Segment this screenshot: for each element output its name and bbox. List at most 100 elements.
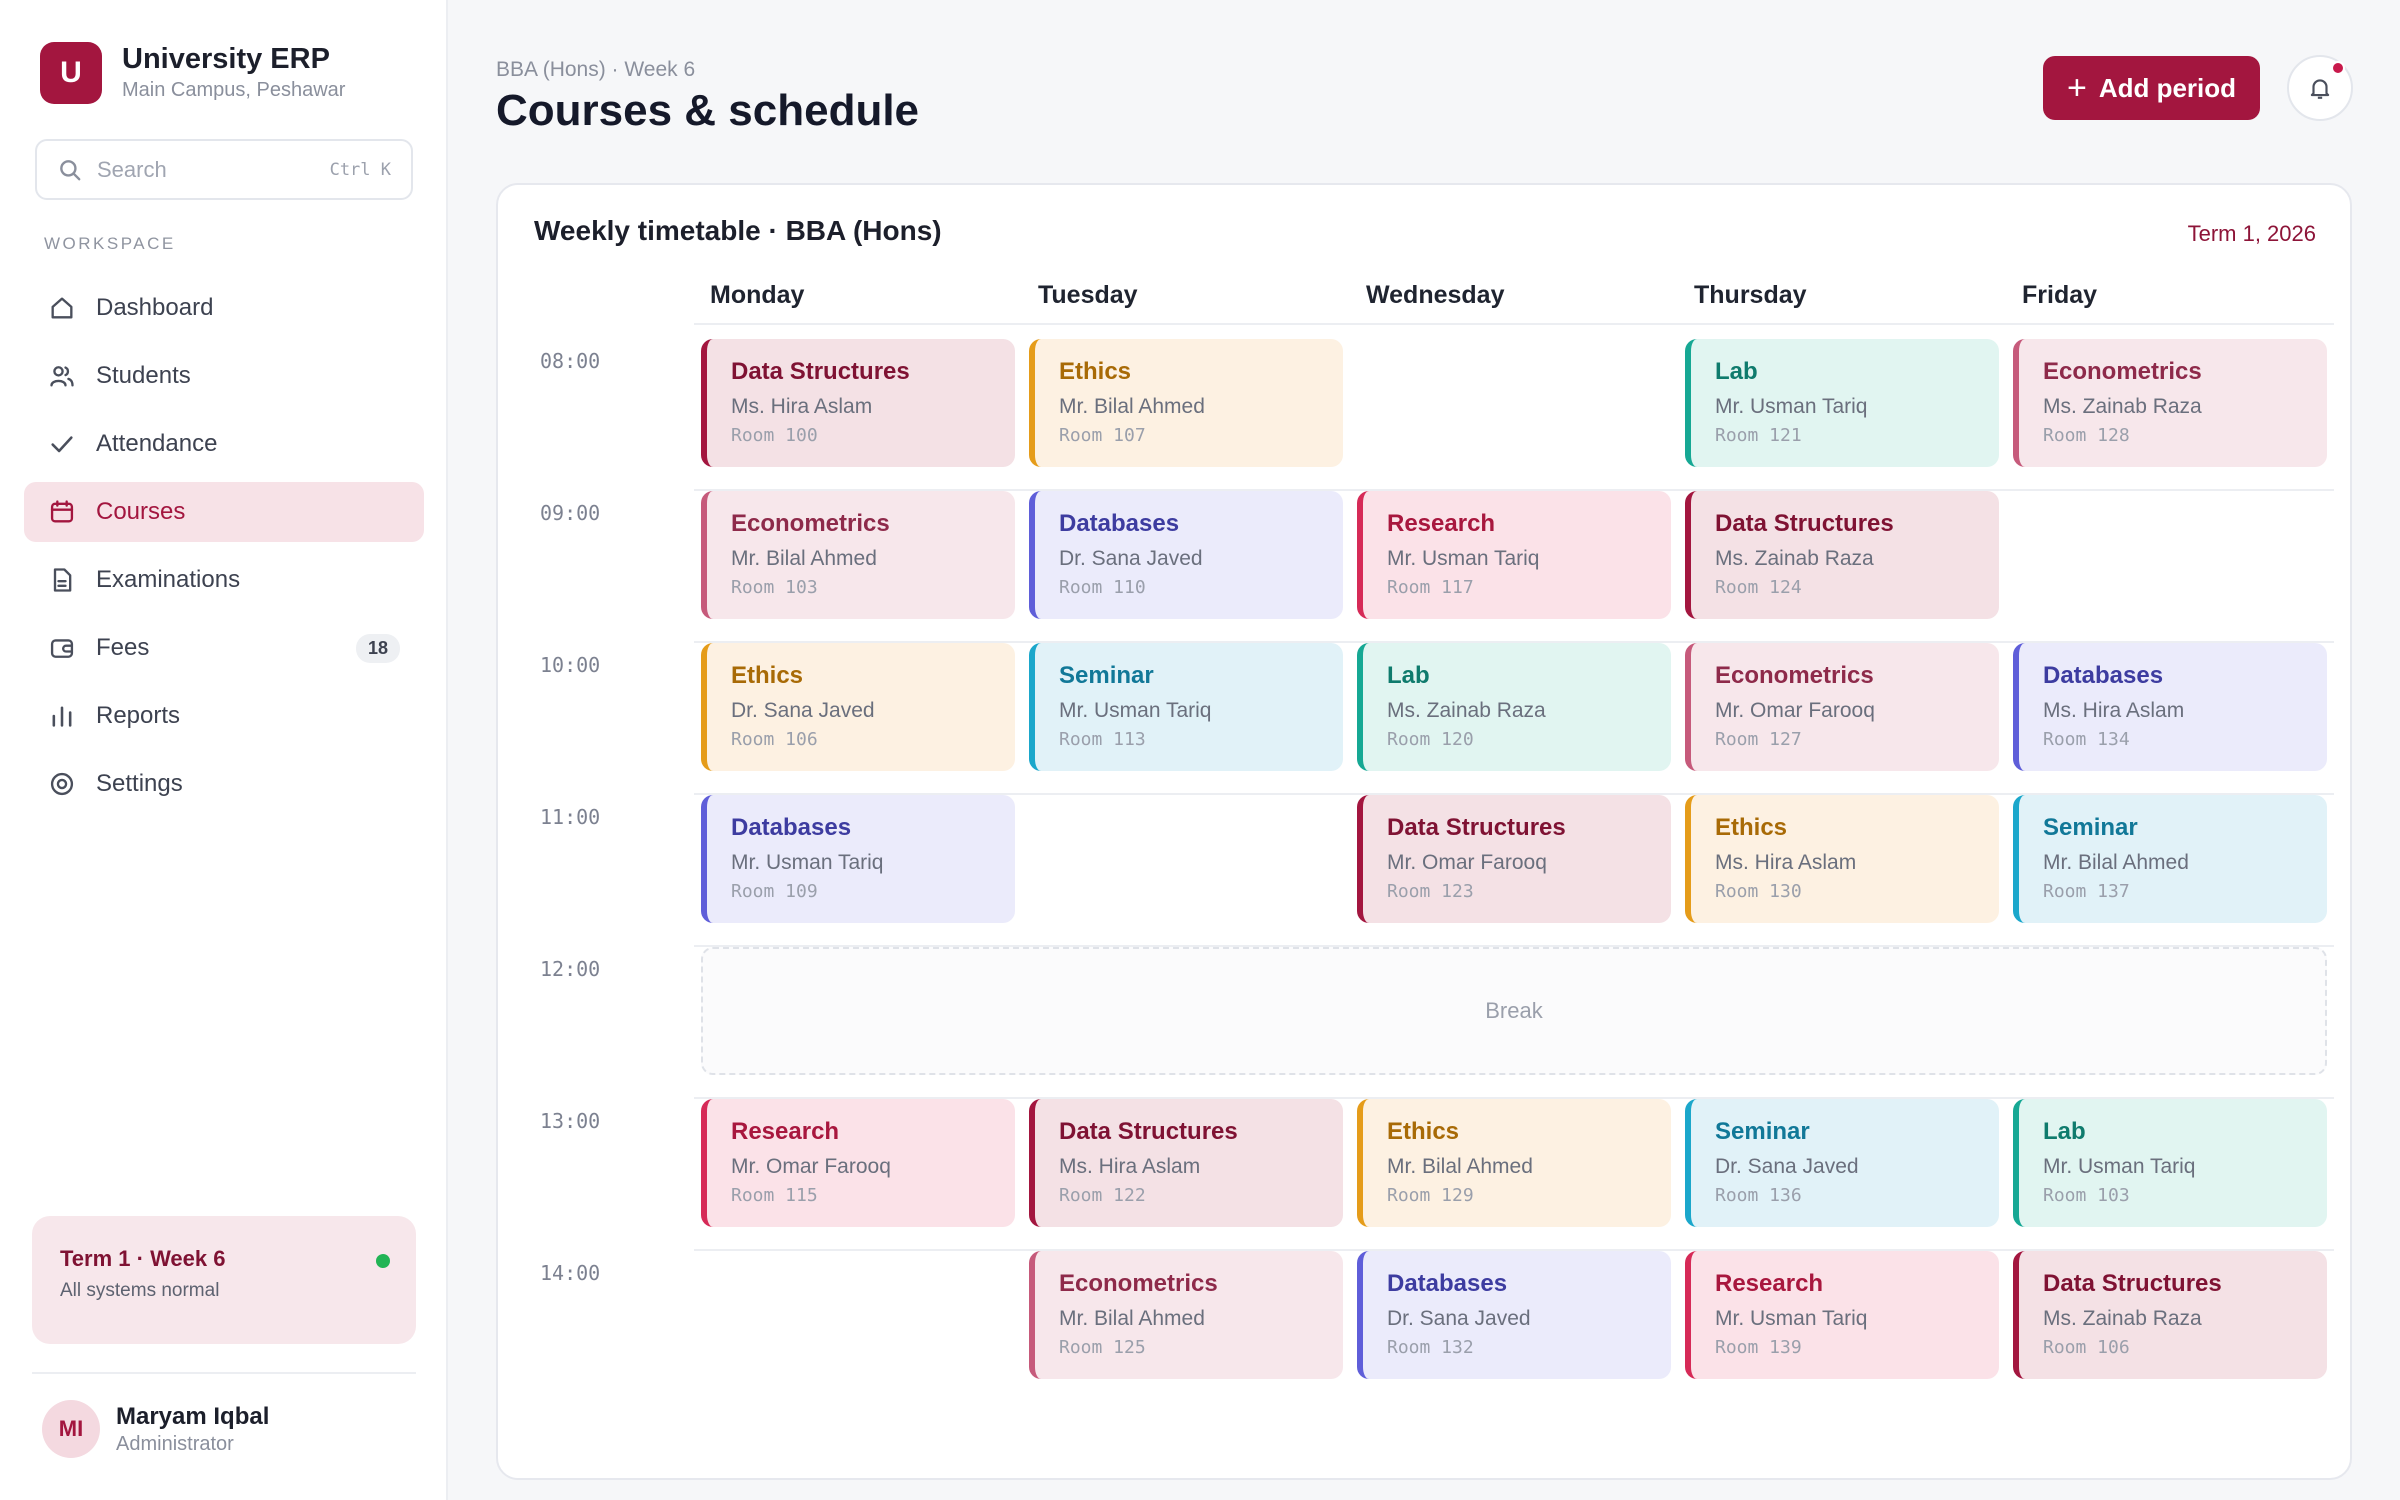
class-period-card[interactable]: Databases Mr. Usman Tariq Room 109: [701, 795, 1015, 923]
class-period-card[interactable]: Econometrics Ms. Zainab Raza Room 128: [2013, 339, 2327, 467]
room-label: Room 121: [1715, 425, 1802, 446]
fees-count-badge: 18: [355, 633, 400, 663]
bar-chart-icon: [52, 706, 72, 727]
class-period-card[interactable]: Seminar Dr. Sana Javed Room 136: [1685, 1099, 1999, 1227]
room-label: Room 127: [1715, 729, 1802, 750]
teacher-name: Mr. Bilal Ahmed: [2043, 851, 2189, 874]
notifications-button[interactable]: [2287, 55, 2353, 121]
class-period-card[interactable]: Databases Ms. Hira Aslam Room 134: [2013, 643, 2327, 771]
room-label: Room 100: [731, 425, 818, 446]
class-period-card[interactable]: Ethics Mr. Bilal Ahmed Room 129: [1357, 1099, 1671, 1227]
sidebar-item-label: Attendance: [96, 430, 218, 457]
class-period-card[interactable]: Ethics Mr. Bilal Ahmed Room 107: [1029, 339, 1343, 467]
room-label: Room 132: [1387, 1337, 1474, 1358]
class-period-card[interactable]: Lab Mr. Usman Tariq Room 121: [1685, 339, 1999, 467]
sidebar-item-students[interactable]: Students: [24, 346, 424, 406]
teacher-name: Ms. Hira Aslam: [2043, 699, 2185, 722]
search-placeholder: Search: [97, 156, 167, 182]
class-period-card[interactable]: Data Structures Ms. Hira Aslam Room 122: [1029, 1099, 1343, 1227]
search-input[interactable]: Search Ctrl K: [35, 139, 413, 200]
timetable-row: 08:00 Data Structures Ms. Hira Aslam Room 1…: [540, 339, 2334, 491]
sidebar-item-label: Courses: [96, 498, 186, 525]
class-period-card[interactable]: Ethics Dr. Sana Javed Room 106: [701, 643, 1015, 771]
sidebar-item-label: Reports: [96, 702, 181, 729]
time-slot[interactable]: [1022, 795, 1350, 923]
users-icon: [50, 366, 74, 387]
break-slot: Break: [701, 947, 2327, 1075]
teacher-name: Ms. Zainab Raza: [1387, 699, 1546, 722]
time-slot: Econometrics Ms. Zainab Raza Room 128: [2006, 339, 2334, 467]
teacher-name: Mr. Usman Tariq: [1059, 699, 1212, 722]
time-slot: Ethics Ms. Hira Aslam Room 130: [1678, 795, 2006, 923]
room-label: Room 136: [1715, 1185, 1802, 1206]
user-role: Administrator: [116, 1432, 234, 1455]
timetable-title: Weekly timetable · BBA (Hons): [534, 215, 942, 246]
course-title: Databases: [731, 814, 852, 841]
sidebar-item-examinations[interactable]: Examinations: [24, 550, 424, 610]
class-period-card[interactable]: Research Mr. Usman Tariq Room 139: [1685, 1251, 1999, 1379]
time-slot[interactable]: [694, 1251, 1022, 1379]
class-period-card[interactable]: Data Structures Mr. Omar Farooq Room 123: [1357, 795, 1671, 923]
time-slot: Data Structures Ms. Zainab Raza Room 124: [1678, 491, 2006, 619]
class-period-card[interactable]: Lab Mr. Usman Tariq Room 103: [2013, 1099, 2327, 1227]
course-title: Data Structures: [2043, 1270, 2222, 1297]
class-period-card[interactable]: Seminar Mr. Usman Tariq Room 113: [1029, 643, 1343, 771]
course-title: Ethics: [1715, 814, 1788, 841]
brand[interactable]: U University ERP Main Campus, Peshawar: [40, 42, 345, 104]
time-slot: Databases Mr. Usman Tariq Room 109: [694, 795, 1022, 923]
row-cells: Ethics Dr. Sana Javed Room 106 Seminar Mr. U…: [694, 643, 2334, 771]
course-title: Data Structures: [731, 358, 910, 385]
class-period-card[interactable]: Data Structures Ms. Hira Aslam Room 100: [701, 339, 1015, 467]
sidebar-item-label: Fees: [96, 634, 150, 661]
class-period-card[interactable]: Research Mr. Usman Tariq Room 117: [1357, 491, 1671, 619]
class-period-card[interactable]: Lab Ms. Zainab Raza Room 120: [1357, 643, 1671, 771]
class-period-card[interactable]: Databases Dr. Sana Javed Room 132: [1357, 1251, 1671, 1379]
sidebar-item-attendance[interactable]: Attendance: [24, 414, 424, 474]
teacher-name: Dr. Sana Javed: [1715, 1155, 1859, 1178]
sidebar-item-label: Examinations: [96, 566, 241, 593]
teacher-name: Mr. Bilal Ahmed: [731, 547, 877, 570]
sidebar-item-label: Students: [96, 362, 191, 389]
sidebar-item-courses[interactable]: Courses: [24, 482, 424, 542]
class-period-card[interactable]: Data Structures Ms. Zainab Raza Room 106: [2013, 1251, 2327, 1379]
sidebar-item-dashboard[interactable]: Dashboard: [24, 278, 424, 338]
class-period-card[interactable]: Econometrics Mr. Bilal Ahmed Room 125: [1029, 1251, 1343, 1379]
add-period-button[interactable]: + Add period: [2043, 56, 2260, 120]
time-slot[interactable]: [2006, 491, 2334, 619]
teacher-name: Mr. Usman Tariq: [2043, 1155, 2196, 1178]
teacher-name: Mr. Bilal Ahmed: [1387, 1155, 1533, 1178]
term-status-card: Term 1 · Week 6 All systems normal: [32, 1216, 416, 1344]
time-slot: Seminar Mr. Usman Tariq Room 113: [1022, 643, 1350, 771]
row-cells: Data Structures Ms. Hira Aslam Room 100 Eth…: [694, 339, 2334, 467]
room-label: Room 134: [2043, 729, 2130, 750]
time-slot[interactable]: [1350, 339, 1678, 467]
sidebar-item-label: Settings: [96, 770, 183, 797]
row-cells: Econometrics Mr. Bilal Ahmed Room 103 Datab…: [694, 491, 2334, 619]
sidebar-item-settings[interactable]: Settings: [24, 754, 424, 814]
brand-logo: U: [40, 42, 102, 104]
user-profile[interactable]: MI Maryam Iqbal Administrator: [42, 1400, 269, 1458]
room-label: Room 139: [1715, 1337, 1802, 1358]
class-period-card[interactable]: Econometrics Mr. Bilal Ahmed Room 103: [701, 491, 1015, 619]
course-title: Ethics: [1387, 1118, 1460, 1145]
room-label: Room 124: [1715, 577, 1802, 598]
sidebar-item-reports[interactable]: Reports: [24, 686, 424, 746]
class-period-card[interactable]: Econometrics Mr. Omar Farooq Room 127: [1685, 643, 1999, 771]
time-slot: Databases Dr. Sana Javed Room 110: [1022, 491, 1350, 619]
class-period-card[interactable]: Research Mr. Omar Farooq Room 115: [701, 1099, 1015, 1227]
class-period-card[interactable]: Databases Dr. Sana Javed Room 110: [1029, 491, 1343, 619]
class-period-card[interactable]: Ethics Ms. Hira Aslam Room 130: [1685, 795, 1999, 923]
room-label: Room 120: [1387, 729, 1474, 750]
teacher-name: Ms. Hira Aslam: [1059, 1155, 1201, 1178]
room-label: Room 123: [1387, 881, 1474, 902]
course-title: Databases: [2043, 662, 2164, 689]
room-label: Room 137: [2043, 881, 2130, 902]
teacher-name: Dr. Sana Javed: [1387, 1307, 1531, 1330]
course-title: Research: [1715, 1270, 1824, 1297]
sidebar-item-fees[interactable]: Fees 18: [24, 618, 424, 678]
class-period-card[interactable]: Seminar Mr. Bilal Ahmed Room 137: [2013, 795, 2327, 923]
add-period-label: Add period: [2098, 72, 2237, 103]
teacher-name: Mr. Omar Farooq: [731, 1155, 891, 1178]
term-label: Term 1, 2026: [2187, 221, 2316, 246]
class-period-card[interactable]: Data Structures Ms. Zainab Raza Room 124: [1685, 491, 1999, 619]
